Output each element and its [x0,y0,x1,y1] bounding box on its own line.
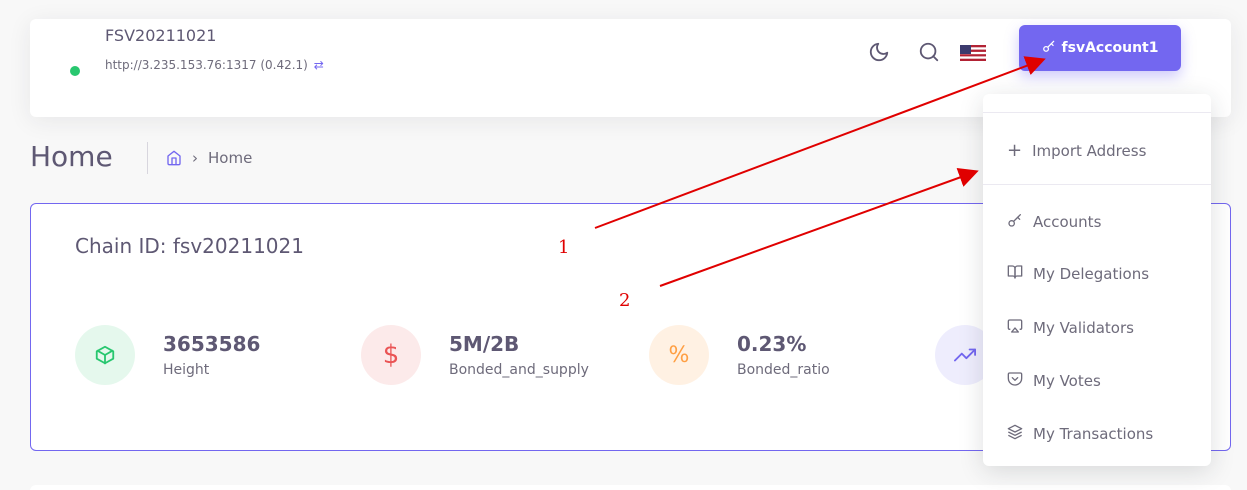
moon-icon[interactable] [867,40,891,64]
menu-item-label: My Votes [1033,372,1101,390]
percent-icon: % [649,325,709,385]
stat-label: Height [163,362,210,378]
menu-item-my-votes[interactable]: My Votes [1007,371,1101,391]
menu-item-label: My Transactions [1033,425,1154,443]
connection-status-dot [70,66,80,76]
endpoint-url[interactable]: http://3.235.153.76:1317 (0.42.1) ⇄ [105,58,324,72]
breadcrumb: › Home [166,149,252,167]
plus-icon: + [1007,140,1023,161]
menu-item-label: Import Address [1032,141,1147,160]
account-dropdown-menu: + Import Address Accounts My Delegations… [983,94,1211,466]
menu-item-label: My Validators [1033,319,1134,337]
box-icon [75,325,135,385]
stat-height: 3653586 Height [75,325,260,385]
pocket-icon [1007,371,1023,391]
chain-id-title: Chain ID: fsv20211021 [75,234,304,258]
key-icon [1042,39,1056,57]
menu-item-my-delegations[interactable]: My Delegations [1007,264,1149,284]
stat-label: Bonded_and_supply [449,362,589,378]
chain-name[interactable]: FSV20211021 [105,26,216,45]
page-title: Home [30,140,113,173]
layers-icon [1007,424,1023,444]
airplay-icon [1007,318,1023,338]
stat-value: 3653586 [163,332,261,356]
stat-value: 0.23% [737,332,807,356]
menu-item-accounts[interactable]: Accounts [1007,212,1101,232]
title-divider [147,142,148,174]
key-icon [1007,212,1023,232]
stat-bonded-supply: $ 5M/2B Bonded_and_supply [361,325,589,385]
menu-item-my-transactions[interactable]: My Transactions [1007,424,1153,444]
dropdown-divider [983,112,1211,113]
endpoint-text: http://3.235.153.76:1317 (0.42.1) [105,58,308,72]
menu-item-label: Accounts [1033,213,1102,231]
account-label: fsvAccount1 [1061,40,1159,56]
menu-item-my-validators[interactable]: My Validators [1007,318,1134,338]
dropdown-divider [983,184,1211,185]
account-button[interactable]: fsvAccount1 [1019,25,1181,71]
book-open-icon [1007,264,1023,284]
chevron-right-icon: › [192,149,198,167]
dollar-icon: $ [361,325,421,385]
menu-item-label: My Delegations [1033,265,1150,283]
home-icon[interactable] [166,150,182,166]
next-card [30,485,1231,490]
menu-item-import-address[interactable]: + Import Address [1007,140,1146,161]
search-icon[interactable] [917,40,941,64]
switch-endpoint-icon[interactable]: ⇄ [314,58,324,72]
stat-bonded-ratio: % 0.23% Bonded_ratio [649,325,830,385]
us-flag-icon[interactable] [960,45,986,61]
stat-label: Bonded_ratio [737,362,830,378]
breadcrumb-current: Home [208,149,253,167]
stat-value: 5M/2B [449,332,520,356]
